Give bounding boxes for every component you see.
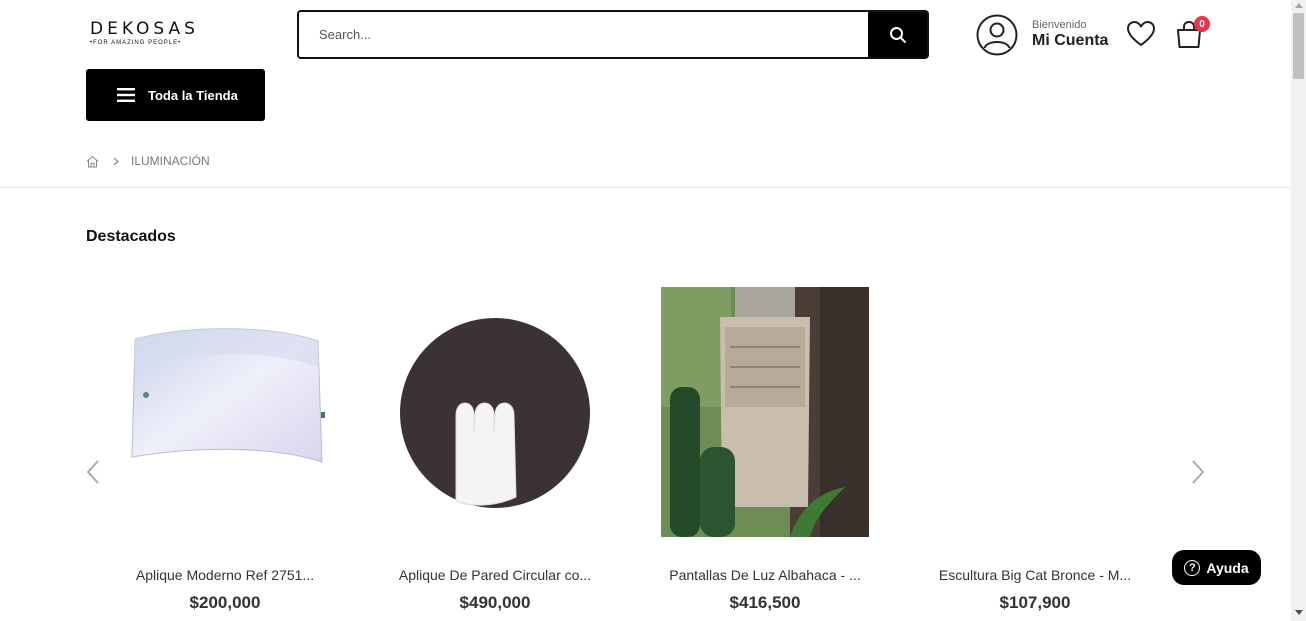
product-name[interactable]: Aplique De Pared Circular co... <box>370 567 620 583</box>
product-name[interactable]: Pantallas De Luz Albahaca - ... <box>640 567 890 583</box>
product-card[interactable]: Escultura Big Cat Bronce - M... $107,900 <box>910 287 1160 612</box>
logo-text: DEKOSAS <box>90 19 199 39</box>
help-label: Ayuda <box>1206 559 1249 576</box>
header-divider <box>0 187 1291 188</box>
product-card[interactable]: Aplique De Pared Circular co... $490,000 <box>370 287 620 612</box>
product-card[interactable]: Aplique Moderno Ref 2751... $200,000 <box>100 287 350 612</box>
breadcrumb-current[interactable]: ILUMINACIÓN <box>131 154 210 168</box>
site-logo[interactable]: DEKOSAS •FOR AMAZING PEOPLE• <box>90 20 206 46</box>
chevron-right-icon <box>1192 460 1205 484</box>
product-image[interactable] <box>910 287 1160 537</box>
user-icon <box>976 14 1018 56</box>
cart-count-badge: 0 <box>1194 16 1210 32</box>
product-price: $416,500 <box>729 593 801 612</box>
product-image[interactable] <box>370 287 620 537</box>
product-card[interactable]: Pantallas De Luz Albahaca - ... $416,500 <box>640 287 890 612</box>
account-link[interactable]: Bienvenido Mi Cuenta <box>976 14 1108 56</box>
search-icon <box>889 26 906 43</box>
carousel-next-button[interactable] <box>1189 458 1207 491</box>
wishlist-button[interactable] <box>1126 20 1156 53</box>
search-input[interactable] <box>299 12 868 57</box>
all-store-label: Toda la Tienda <box>148 87 238 103</box>
search-bar <box>297 10 929 59</box>
scroll-down-arrow[interactable] <box>1295 610 1303 615</box>
product-price: $200,000 <box>189 593 261 612</box>
logo-tagline: •FOR AMAZING PEOPLE• <box>90 40 182 46</box>
all-store-button[interactable]: Toda la Tienda <box>86 69 265 121</box>
section-title: Destacados <box>86 228 176 245</box>
menu-icon <box>117 88 135 102</box>
account-greeting: Bienvenido <box>1032 19 1087 31</box>
scrollbar[interactable] <box>1291 0 1306 621</box>
help-button[interactable]: ? Ayuda <box>1172 550 1261 585</box>
product-image[interactable] <box>100 287 350 537</box>
search-button[interactable] <box>868 12 927 57</box>
help-icon: ? <box>1184 559 1201 576</box>
heart-icon <box>1127 21 1155 46</box>
cart-button[interactable]: 0 <box>1175 16 1210 55</box>
page: DEKOSAS •FOR AMAZING PEOPLE• Bienvenido … <box>0 0 1306 621</box>
home-icon[interactable] <box>86 155 99 168</box>
account-text: Bienvenido Mi Cuenta <box>1032 19 1108 51</box>
product-price: $107,900 <box>999 593 1071 612</box>
product-name[interactable]: Escultura Big Cat Bronce - M... <box>910 567 1160 583</box>
product-name[interactable]: Aplique Moderno Ref 2751... <box>100 567 350 583</box>
product-price: $490,000 <box>459 593 531 612</box>
breadcrumb: ILUMINACIÓN <box>86 154 210 168</box>
chevron-right-icon <box>113 157 119 165</box>
scroll-up-arrow[interactable] <box>1295 3 1303 8</box>
account-label: Mi Cuenta <box>1032 32 1109 49</box>
product-image[interactable] <box>640 287 890 537</box>
scroll-thumb[interactable] <box>1293 13 1304 79</box>
